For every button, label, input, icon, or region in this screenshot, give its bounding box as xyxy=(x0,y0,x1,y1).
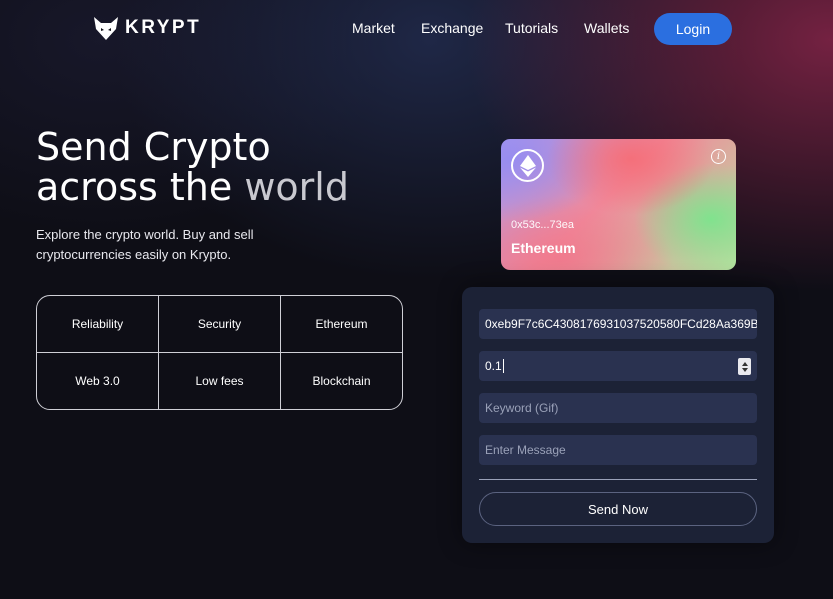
stepper-up-icon[interactable] xyxy=(741,361,748,366)
amount-stepper[interactable] xyxy=(738,358,751,375)
address-value: 0xeb9F7c6C4308176931037520580FCd28Aa369B… xyxy=(485,317,757,331)
nav-link-wallets[interactable]: Wallets xyxy=(584,20,629,36)
nav-link-tutorials[interactable]: Tutorials xyxy=(505,20,558,36)
wallet-address: 0x53c...73ea xyxy=(511,219,574,231)
ethereum-glyph xyxy=(519,154,536,177)
navbar: KRYPT Market Exchange Tutorials Wallets … xyxy=(0,0,833,60)
message-input[interactable]: Enter Message xyxy=(479,435,757,465)
stepper-down-icon[interactable] xyxy=(741,367,748,372)
feature-reliability: Reliability xyxy=(37,296,159,353)
network-name: Ethereum xyxy=(511,240,576,256)
login-button[interactable]: Login xyxy=(654,13,732,45)
send-now-button[interactable]: Send Now xyxy=(479,492,757,526)
brand-logo[interactable]: KRYPT xyxy=(92,14,201,42)
form-divider xyxy=(479,479,757,480)
address-input[interactable]: 0xeb9F7c6C4308176931037520580FCd28Aa369B… xyxy=(479,309,757,339)
feature-security: Security xyxy=(159,296,281,353)
feature-blockchain: Blockchain xyxy=(312,374,371,388)
ethereum-icon xyxy=(511,149,544,182)
hero-title: Send Crypto across the world xyxy=(36,127,349,207)
hero-title-line2: across the world xyxy=(36,167,349,207)
feature-grid: Reliability Security Ethereum Web 3.0 Lo… xyxy=(36,295,403,410)
fox-head-icon xyxy=(94,17,118,40)
hero-title-line2-end: world xyxy=(244,165,349,209)
info-icon[interactable]: i xyxy=(711,149,726,164)
nav-link-exchange[interactable]: Exchange xyxy=(421,20,483,36)
amount-input[interactable]: 0.1 xyxy=(479,351,757,381)
ethereum-card: i 0x53c...73ea Ethereum xyxy=(501,139,736,270)
hero-description: Explore the crypto world. Buy and sell c… xyxy=(36,227,254,262)
hero-title-line1: Send Crypto xyxy=(36,125,271,169)
amount-value: 0.1 xyxy=(485,359,502,373)
hero-title-line2-start: across the xyxy=(36,165,245,209)
feature-low-fees: Low fees xyxy=(159,353,281,409)
nav-link-market[interactable]: Market xyxy=(352,20,395,36)
brand-name: KRYPT xyxy=(125,17,202,38)
feature-ethereum: Ethereum xyxy=(281,296,402,353)
keyword-input[interactable]: Keyword (Gif) xyxy=(479,393,757,423)
send-form: 0xeb9F7c6C4308176931037520580FCd28Aa369B… xyxy=(462,287,774,543)
text-caret xyxy=(502,359,504,373)
feature-web3: Web 3.0 xyxy=(37,353,159,409)
